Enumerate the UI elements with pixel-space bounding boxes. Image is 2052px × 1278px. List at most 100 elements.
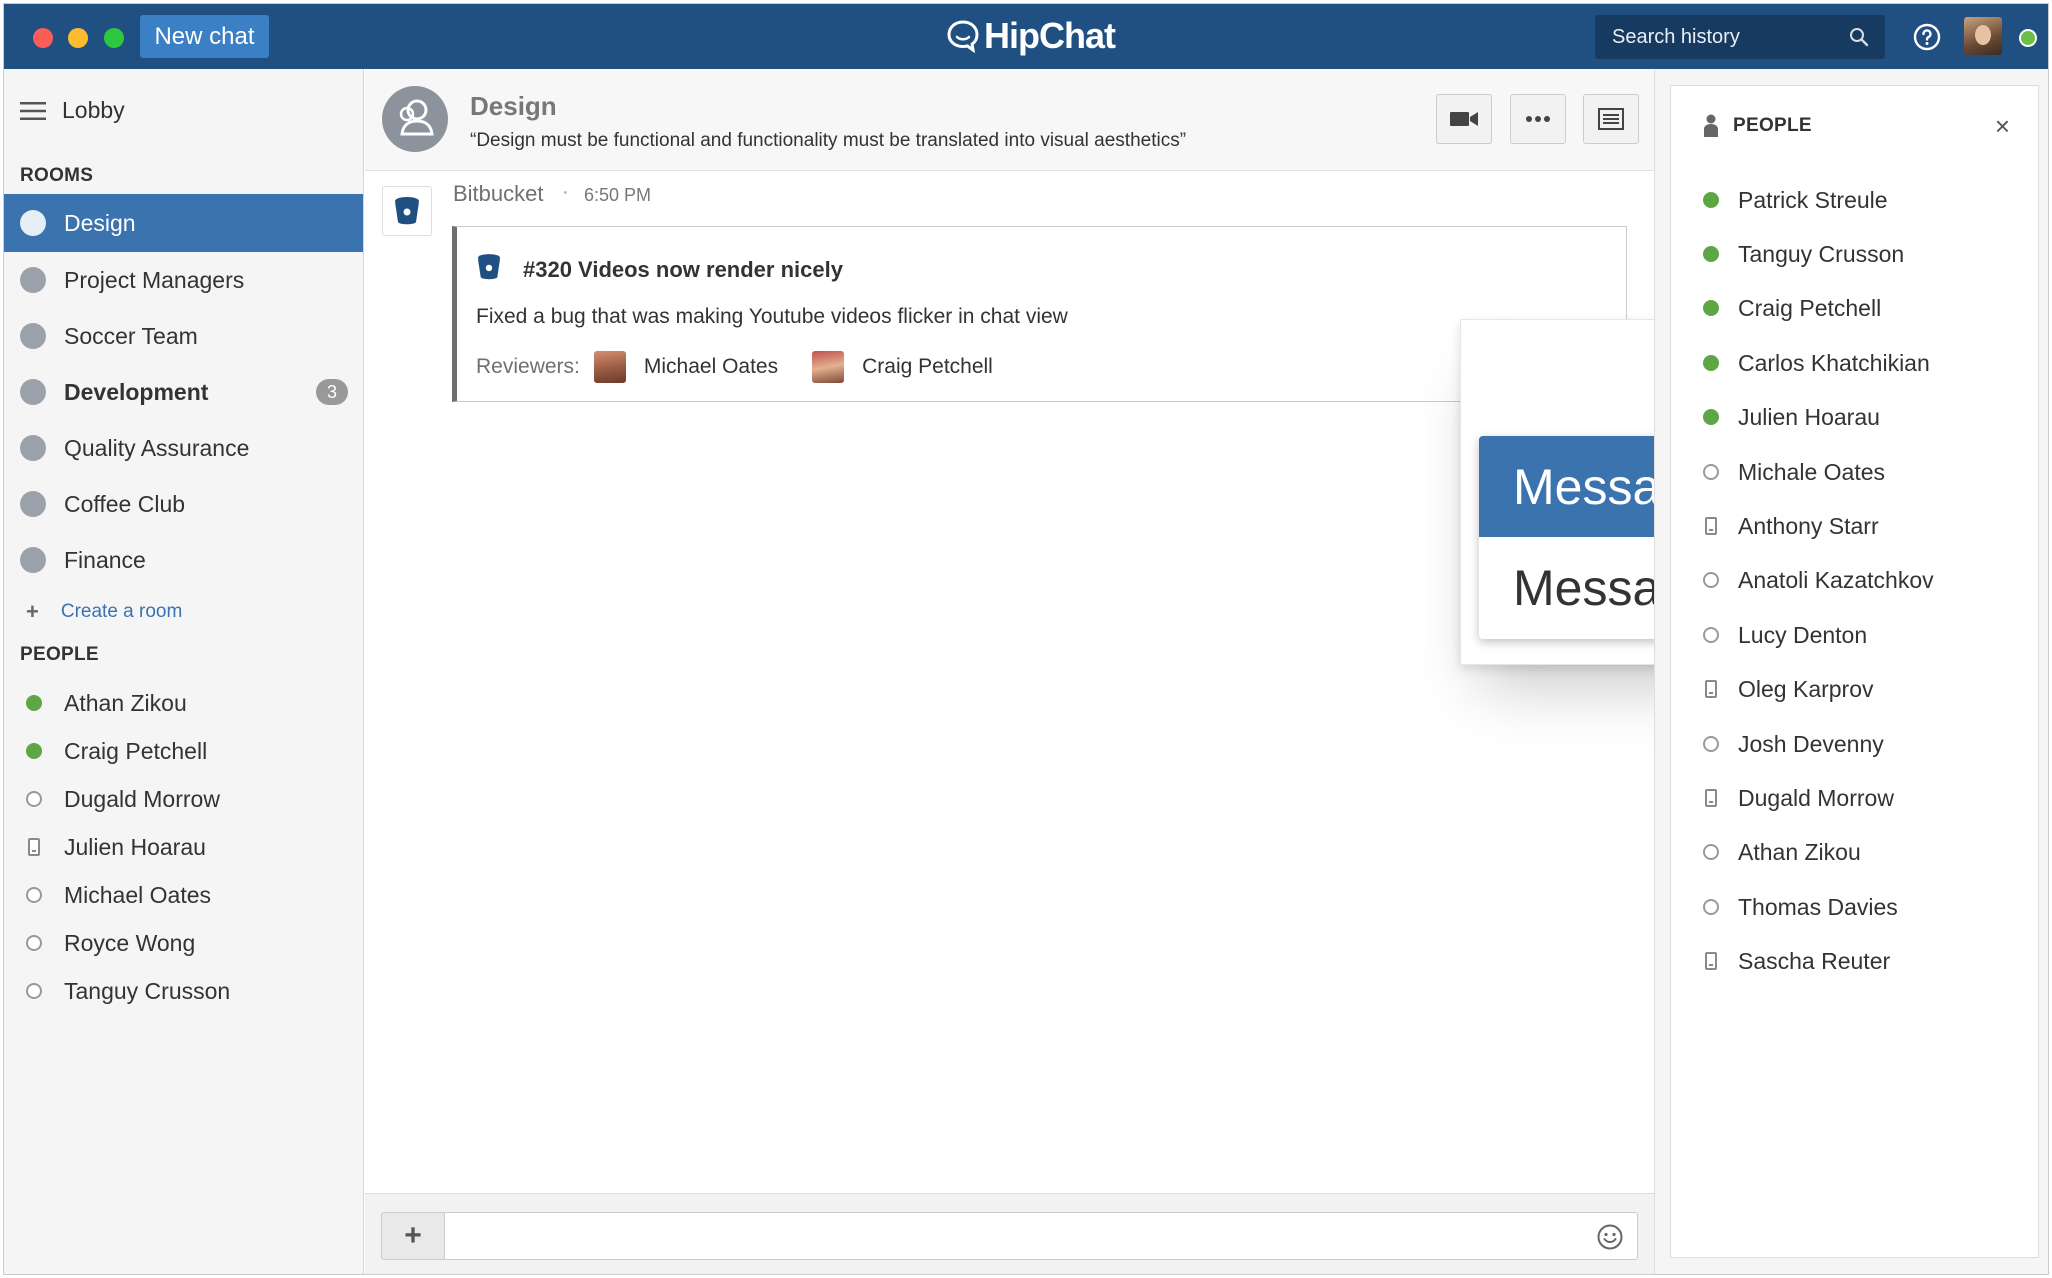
person-name: Tanguy Crusson — [1738, 240, 1905, 267]
user-status-indicator[interactable] — [2019, 29, 2037, 47]
attach-button[interactable]: + — [381, 1212, 445, 1260]
search-placeholder: Search history — [1612, 26, 1740, 48]
lobby-link[interactable]: Lobby — [20, 97, 125, 124]
search-icon[interactable] — [1849, 27, 1869, 47]
reviewer-avatar — [593, 351, 626, 383]
room-icon — [20, 491, 46, 517]
room-icon — [20, 379, 46, 405]
person-name: Dugald Morrow — [1738, 784, 1894, 811]
sidebar-person[interactable]: Tanguy Crusson — [4, 971, 230, 1011]
panel-person[interactable]: Josh Devenny — [1703, 724, 1884, 764]
panel-person[interactable]: Athan Zikou — [1703, 832, 1861, 872]
panel-person[interactable]: Craig Petchell — [1703, 288, 1881, 328]
person-name: Tanguy Crusson — [64, 977, 231, 1004]
room-more-button[interactable] — [1510, 94, 1566, 144]
person-name: Sascha Reuter — [1738, 947, 1891, 974]
panel-person[interactable]: Tanguy Crusson — [1703, 234, 1904, 274]
message-input[interactable] — [445, 1212, 1638, 1260]
room-icon — [20, 267, 46, 293]
create-room-link[interactable]: + Create a room — [26, 599, 182, 625]
panel-person[interactable]: Thomas Davies — [1703, 887, 1898, 927]
person-name: Craig Petchell — [1738, 294, 1882, 321]
person-name: Lucy Denton — [1738, 621, 1868, 648]
person-name: Royce Wong — [64, 929, 196, 956]
room-label: Soccer Team — [64, 322, 198, 349]
video-camera-icon — [1450, 112, 1478, 126]
panel-person[interactable]: Anthony Starr — [1703, 506, 1879, 546]
room-label: Coffee Club — [64, 490, 186, 517]
room-topic: “Design must be functional and functiona… — [470, 130, 1187, 151]
panel-person[interactable]: Michale Oates — [1703, 452, 1885, 492]
menu-icon[interactable] — [20, 101, 46, 121]
chat-main: Design “Design must be functional and fu… — [365, 69, 1974, 1274]
unread-badge: 3 — [316, 379, 348, 405]
left-sidebar: Lobby ROOMS Design Project Managers Socc… — [4, 69, 364, 1274]
panel-person[interactable]: Carlos Khatchikian — [1703, 343, 1930, 383]
bitbucket-avatar — [382, 186, 432, 236]
room-item-project-managers[interactable]: Project Managers — [4, 251, 363, 309]
room-people-icon — [399, 99, 434, 136]
sidebar-person[interactable]: Michael Oates — [4, 875, 211, 915]
sidebar-person[interactable]: Julien Hoarau — [4, 827, 206, 867]
mobile-status-icon — [28, 838, 40, 856]
panel-person[interactable]: Oleg Karprov — [1703, 669, 1874, 709]
close-window-button[interactable] — [33, 28, 53, 48]
people-panel: PEOPLE × Patrick Streule Tanguy Crusson … — [1654, 69, 2048, 1274]
person-name: Oleg Karprov — [1738, 675, 1874, 702]
bitbucket-icon — [477, 254, 501, 280]
sidebar-person[interactable]: Royce Wong — [4, 923, 195, 963]
reviewer-name[interactable]: Michael Oates — [644, 355, 778, 379]
sidebar-person[interactable]: Dugald Morrow — [4, 779, 220, 819]
zoom-window-button[interactable] — [104, 28, 124, 48]
offline-status-icon — [26, 887, 42, 903]
room-item-finance[interactable]: Finance — [4, 531, 363, 589]
new-chat-button[interactable]: New chat — [140, 15, 269, 58]
offline-status-icon — [26, 791, 42, 807]
bitbucket-icon — [395, 197, 419, 225]
create-room-label: Create a room — [60, 601, 183, 622]
video-call-button[interactable] — [1436, 94, 1492, 144]
help-icon[interactable] — [1913, 23, 1941, 51]
room-item-coffee-club[interactable]: Coffee Club — [4, 475, 363, 533]
sidebar-person[interactable]: Athan Zikou — [4, 683, 187, 723]
room-label: Development — [64, 378, 209, 405]
lobby-label: Lobby — [62, 97, 125, 123]
people-panel-header: PEOPLE — [1703, 114, 1812, 138]
room-item-soccer-team[interactable]: Soccer Team — [4, 307, 363, 365]
panel-person[interactable]: Julien Hoarau — [1703, 397, 1880, 437]
person-name: Patrick Streule — [1738, 186, 1888, 213]
room-label: Project Managers — [64, 266, 245, 293]
mobile-status-icon — [1705, 517, 1717, 535]
mobile-status-icon — [1705, 952, 1717, 970]
offline-status-icon — [1703, 464, 1719, 480]
card-title-link[interactable]: #320 Videos now render nicely — [523, 257, 843, 283]
person-name: Dugald Morrow — [64, 785, 220, 812]
reviewers-label: Reviewers: — [476, 355, 580, 378]
user-avatar[interactable] — [1964, 17, 2002, 55]
message-sender: Bitbucket — [453, 181, 544, 206]
toggle-people-panel-button[interactable] — [1583, 94, 1639, 144]
sidebar-person[interactable]: Craig Petchell — [4, 731, 207, 771]
plus-icon: + — [26, 599, 39, 624]
app-logo: HipChat — [946, 14, 1116, 58]
panel-person[interactable]: Patrick Streule — [1703, 180, 1888, 220]
panel-person[interactable]: Sascha Reuter — [1703, 941, 1890, 981]
search-history-input[interactable]: Search history — [1595, 15, 1885, 59]
person-name: Athan Zikou — [64, 689, 187, 716]
room-item-design[interactable]: Design — [4, 194, 363, 252]
emoticon-icon[interactable] — [1597, 1224, 1623, 1250]
room-item-quality-assurance[interactable]: Quality Assurance — [4, 419, 363, 477]
offline-status-icon — [1703, 899, 1719, 915]
reviewer-name[interactable]: Craig Petchell — [862, 355, 993, 379]
panel-person[interactable]: Anatoli Kazatchkov — [1703, 560, 1934, 600]
room-label: Design — [64, 209, 136, 236]
panel-person[interactable]: Lucy Denton — [1703, 615, 1867, 655]
minimize-window-button[interactable] — [68, 28, 88, 48]
panel-person[interactable]: Dugald Morrow — [1703, 778, 1894, 818]
room-item-development[interactable]: Development 3 — [4, 363, 363, 421]
offline-status-icon — [1703, 627, 1719, 643]
person-name: Craig Petchell — [64, 737, 208, 764]
online-status-icon — [1703, 192, 1719, 208]
room-icon — [20, 547, 46, 573]
close-people-panel-button[interactable]: × — [1995, 111, 2010, 142]
